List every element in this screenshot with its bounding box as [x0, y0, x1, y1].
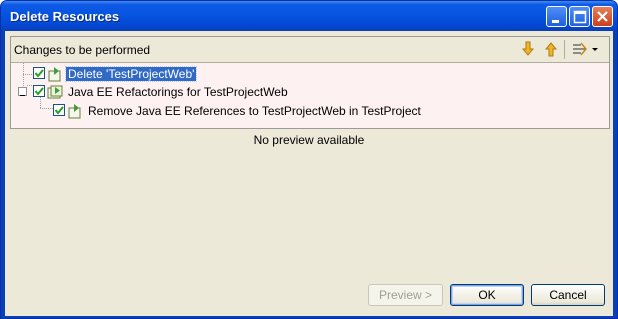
- minimize-button[interactable]: [546, 6, 567, 27]
- dialog-window: Delete Resources Changes to be performed: [0, 0, 618, 319]
- collapse-toggle[interactable]: [18, 87, 27, 96]
- title-bar[interactable]: Delete Resources: [1, 1, 617, 31]
- window-title: Delete Resources: [10, 9, 120, 24]
- changes-panel-header: Changes to be performed: [11, 37, 609, 63]
- tree-item-javaee-refactorings[interactable]: Java EE Refactorings for TestProjectWeb: [33, 83, 593, 101]
- cancel-button[interactable]: Cancel: [531, 284, 605, 306]
- tree-item-label: Remove Java EE References to TestProject…: [88, 104, 421, 118]
- check-icon: [34, 87, 44, 96]
- checkbox[interactable]: [53, 104, 65, 116]
- tree-item-delete[interactable]: Delete 'TestProjectWeb': [33, 65, 593, 83]
- tree-item-label: Java EE Refactorings for TestProjectWeb: [68, 85, 288, 99]
- filter-menu-icon[interactable]: [571, 40, 599, 58]
- composite-change-icon: [47, 85, 63, 99]
- change-icon: [68, 104, 81, 119]
- ok-button[interactable]: OK: [450, 284, 524, 306]
- close-icon: [597, 11, 608, 22]
- minus-icon: [20, 95, 25, 96]
- preview-message: No preview available: [253, 133, 365, 147]
- toolbar-separator: [564, 40, 565, 59]
- checkbox[interactable]: [33, 67, 45, 79]
- change-icon: [48, 67, 61, 82]
- maximize-icon: [573, 10, 587, 24]
- next-change-icon[interactable]: [519, 40, 537, 58]
- check-icon: [54, 106, 64, 115]
- minimize-icon: [552, 20, 559, 23]
- checkbox[interactable]: [33, 85, 45, 97]
- check-icon: [34, 69, 44, 78]
- tree-item-remove-references[interactable]: Remove Java EE References to TestProject…: [53, 102, 593, 120]
- changes-panel-title: Changes to be performed: [14, 43, 151, 57]
- maximize-button[interactable]: [569, 6, 590, 27]
- changes-tree: Delete 'TestProjectWeb' Java EE Refactor…: [11, 63, 609, 128]
- previous-change-icon[interactable]: [542, 40, 560, 58]
- changes-panel: Changes to be performed Delete 'TestProj…: [10, 36, 610, 129]
- tree-item-label: Delete 'TestProjectWeb': [64, 66, 198, 82]
- close-button[interactable]: [592, 6, 613, 27]
- dialog-client-area: Changes to be performed Delete 'TestProj…: [5, 31, 613, 316]
- preview-button[interactable]: Preview >: [368, 284, 443, 306]
